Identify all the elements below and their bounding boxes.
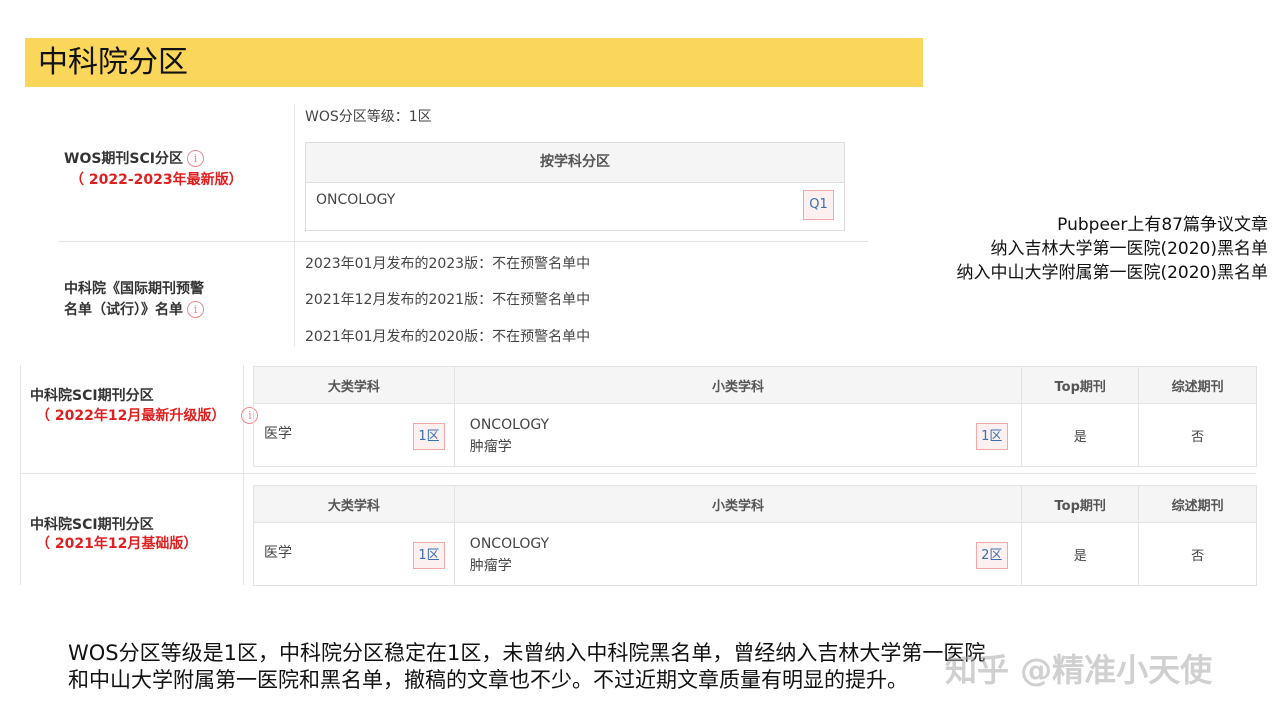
col-header: 小类学科: [453, 366, 1023, 404]
review-journal: 否: [1138, 403, 1257, 467]
table-row: 医学 1区 ONCOLOGY 肿瘤学 1区 是 否: [253, 403, 1257, 467]
top-journal: 是: [1021, 522, 1140, 586]
note-line: 纳入吉林大学第一医院(2020)黑名单: [990, 239, 1268, 259]
zone-badge: 2区: [975, 542, 1008, 569]
col-header: 综述期刊: [1138, 366, 1257, 404]
cas-2022-table: 大类学科 小类学科 Top期刊 综述期刊 医学 1区 ONCOLOGY 肿瘤学 …: [253, 366, 1257, 467]
warning-label-line2: 名单（试行）》名单 i: [64, 300, 204, 320]
cas-2022-version: （ 2022年12月最新升级版） i: [36, 406, 259, 426]
minor-subject-en: ONCOLOGY: [469, 417, 550, 433]
info-icon[interactable]: i: [187, 150, 204, 167]
frame-line: [20, 365, 21, 585]
cas-2022-label: 中科院SCI期刊分区: [30, 388, 154, 404]
warning-item: 2021年01月发布的2020版：不在预警名单中: [305, 329, 591, 345]
zone-badge: 1区: [413, 542, 445, 569]
cas-2021-label: 中科院SCI期刊分区: [30, 517, 154, 533]
minor-subject-cn: 肿瘤学: [469, 558, 512, 574]
info-icon[interactable]: i: [187, 301, 204, 318]
col-header: Top期刊: [1021, 366, 1140, 404]
wos-table-header: 按学科分区: [306, 143, 844, 183]
warning-item: 2023年01月发布的2023版：不在预警名单中: [305, 256, 591, 272]
summary-line: 和中山大学附属第一医院和黑名单，撤稿的文章也不少。不过近期文章质量有明显的提升。: [68, 668, 908, 692]
cas-2021-table: 大类学科 小类学科 Top期刊 综述期刊 医学 1区 ONCOLOGY 肿瘤学 …: [253, 485, 1257, 586]
top-journal: 是: [1021, 403, 1140, 467]
table-row: 医学 1区 ONCOLOGY 肿瘤学 2区 是 否: [253, 522, 1257, 586]
watermark: 知乎 @精准小天使: [945, 651, 1213, 689]
frame-line: [243, 365, 244, 585]
major-subject: 医学: [264, 426, 292, 442]
wos-grade: WOS分区等级：1区: [305, 109, 432, 125]
wos-version: （ 2022-2023年最新版）: [70, 172, 243, 188]
summary-text: WOS分区等级是1区，中科院分区稳定在1区，未曾纳入中科院黑名单，曾经纳入吉林大…: [68, 640, 985, 694]
col-header: 大类学科: [253, 485, 455, 523]
wos-subject-table: 按学科分区 ONCOLOGY Q1: [305, 142, 845, 231]
warning-label-line1: 中科院《国际期刊预警: [64, 281, 204, 297]
wos-subject: ONCOLOGY: [316, 192, 396, 208]
summary-line: WOS分区等级是1区，中科院分区稳定在1区，未曾纳入中科院黑名单，曾经纳入吉林大…: [68, 641, 986, 665]
major-subject: 医学: [264, 545, 292, 561]
minor-subject-en: ONCOLOGY: [469, 536, 550, 552]
wos-quartile-badge: Q1: [803, 190, 834, 220]
warning-item: 2021年12月发布的2021版：不在预警名单中: [305, 292, 591, 308]
col-header: 小类学科: [453, 485, 1023, 523]
pubpeer-notes: Pubpeer上有87篇争议文章 纳入吉林大学第一医院(2020)黑名单 纳入中…: [956, 213, 1268, 285]
row-divider: [58, 241, 868, 242]
zone-badge: 1区: [413, 423, 445, 450]
note-line: 纳入中山大学附属第一医院(2020)黑名单: [956, 263, 1268, 283]
page-title: 中科院分区: [25, 38, 923, 87]
zone-badge: 1区: [975, 423, 1008, 450]
col-header: 综述期刊: [1138, 485, 1257, 523]
minor-subject-cn: 肿瘤学: [469, 439, 512, 455]
review-journal: 否: [1138, 522, 1257, 586]
cas-2021-version: （ 2021年12月基础版）: [36, 536, 198, 552]
col-header: 大类学科: [253, 366, 455, 404]
row-divider: [20, 473, 1256, 474]
note-line: Pubpeer上有87篇争议文章: [1057, 215, 1268, 235]
wos-label: WOS期刊SCI分区 i: [64, 149, 204, 169]
col-header: Top期刊: [1021, 485, 1140, 523]
section-divider: [294, 104, 295, 346]
